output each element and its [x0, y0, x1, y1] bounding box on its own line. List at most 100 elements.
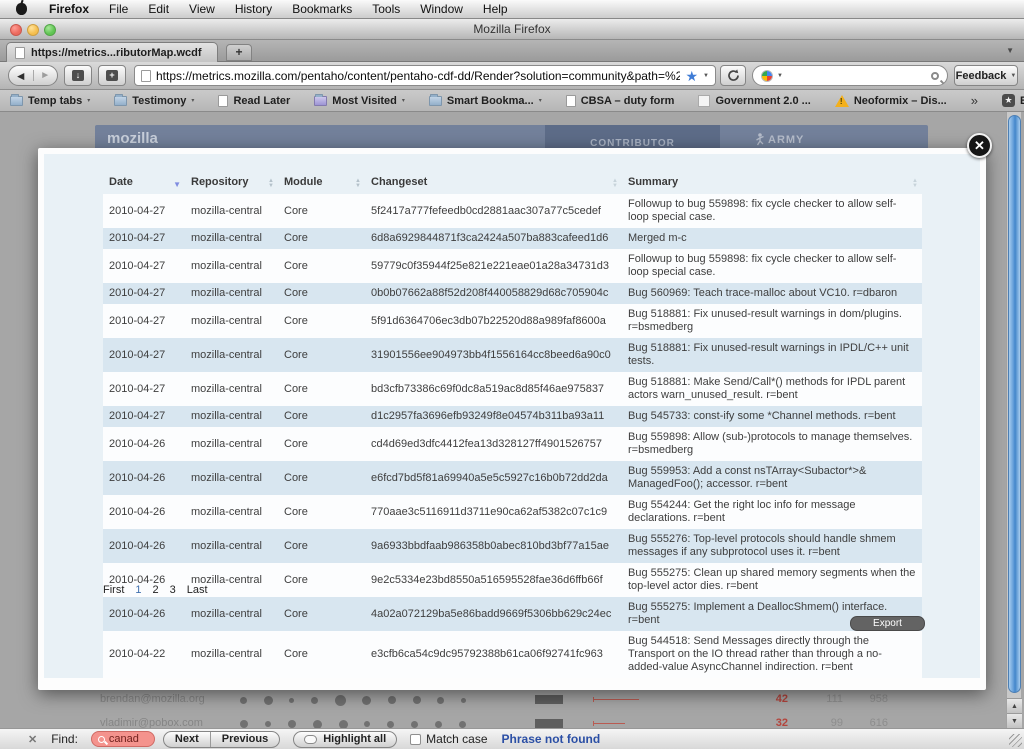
find-query-text[interactable]: canad [109, 733, 139, 745]
repository-cell: mozilla-central [185, 372, 278, 406]
dialog-close-button[interactable]: ✕ [967, 133, 992, 158]
column-header-module[interactable]: Module▲▼ [278, 172, 365, 194]
reload-button[interactable] [720, 65, 746, 86]
export-button[interactable]: Export [850, 616, 925, 631]
menu-item-window[interactable]: Window [410, 2, 473, 16]
scroll-up-icon[interactable]: ▲ [1007, 698, 1022, 713]
menu-item-help[interactable]: Help [473, 2, 518, 16]
column-header-date[interactable]: Date▼ [103, 172, 185, 194]
summary-cell: Followup to bug 559898: fix cycle checke… [622, 194, 922, 228]
page-last[interactable]: Last [187, 584, 208, 596]
bookmark-neoformix-dis[interactable]: Neoformix – Dis... [835, 95, 947, 107]
new-tab-button[interactable]: + [226, 44, 252, 61]
search-icon[interactable] [931, 72, 939, 80]
search-input[interactable] [787, 67, 927, 85]
page-3[interactable]: 3 [170, 584, 176, 596]
bookmark-read-later[interactable]: Read Later [218, 95, 290, 107]
search-bar[interactable]: ▼ [752, 65, 948, 86]
forward-button[interactable]: ► [33, 70, 58, 81]
column-header-repository[interactable]: Repository▲▼ [185, 172, 278, 194]
menu-item-bookmarks[interactable]: Bookmarks [282, 2, 362, 16]
menu-item-firefox[interactable]: Firefox [39, 2, 99, 16]
column-header-changeset[interactable]: Changeset▲▼ [365, 172, 622, 194]
repository-cell: mozilla-central [185, 338, 278, 372]
changeset-cell: e6fcd7bd5f81a69940a5e5c5927c16b0b72dd2da [365, 461, 622, 495]
module-cell: Core [278, 249, 365, 283]
find-close-icon[interactable]: ✕ [28, 733, 37, 746]
date-cell: 2010-04-26 [103, 427, 185, 461]
menu-item-edit[interactable]: Edit [138, 2, 179, 16]
scrollbar[interactable]: ▲ ▼ [1006, 112, 1021, 728]
resize-grip[interactable] [1009, 734, 1022, 747]
downloads-button[interactable]: ↓ [64, 65, 92, 86]
menu-item-tools[interactable]: Tools [362, 2, 410, 16]
page-icon [566, 95, 576, 107]
sort-both-icon[interactable]: ▲▼ [268, 179, 274, 189]
sort-both-icon[interactable]: ▲▼ [355, 179, 361, 189]
bookmark-temp-tabs[interactable]: Temp tabs▾ [10, 95, 90, 107]
match-case-checkbox[interactable] [410, 734, 421, 745]
highlight-all-button[interactable]: Highlight all [293, 731, 397, 748]
back-button[interactable]: ◄ [9, 69, 33, 83]
activity-dot [313, 720, 322, 729]
page-2[interactable]: 2 [153, 584, 159, 596]
summary-cell: Bug 518881: Fix unused-result warnings i… [622, 304, 922, 338]
module-cell: Core [278, 563, 365, 597]
url-text[interactable]: https://metrics.mozilla.com/pentaho/cont… [156, 69, 680, 83]
date-cell: 2010-04-27 [103, 406, 185, 427]
find-input[interactable]: canad [91, 731, 155, 747]
table-row: 2010-04-26mozilla-centralCore770aae3c511… [103, 495, 922, 529]
bookmark-cbsa-duty-form[interactable]: CBSA – duty form [566, 95, 675, 107]
bookmark-government-2-0[interactable]: Government 2.0 ... [698, 95, 810, 107]
bookmarks-menu-button[interactable]: ★ Bookmarks ▾ [1002, 94, 1024, 107]
find-previous-button[interactable]: Previous [210, 732, 279, 747]
feedback-button[interactable]: Feedback ▼ [954, 65, 1018, 86]
url-dropdown-icon[interactable]: ▼ [703, 73, 709, 79]
bookmark-testimony[interactable]: Testimony▾ [114, 95, 194, 107]
repository-cell: mozilla-central [185, 304, 278, 338]
page-1[interactable]: 1 [135, 584, 141, 596]
changeset-cell: bd3cfb73386c69f0dc8a519ac8d85f46ae975837 [365, 372, 622, 406]
mini-bar [535, 695, 563, 704]
date-cell: 2010-04-27 [103, 372, 185, 406]
dot-grid [240, 690, 466, 710]
page-first[interactable]: First [103, 584, 124, 596]
apple-menu-icon[interactable] [16, 3, 27, 15]
find-next-button[interactable]: Next [164, 732, 210, 747]
engine-dropdown-icon[interactable]: ▼ [777, 73, 783, 79]
active-tab[interactable]: https://metrics...ributorMap.wcdf [6, 42, 218, 62]
menu-item-file[interactable]: File [99, 2, 138, 16]
date-cell: 2010-04-27 [103, 249, 185, 283]
red-value: 32 [748, 717, 788, 728]
menu-item-view[interactable]: View [179, 2, 225, 16]
menu-item-history[interactable]: History [225, 2, 282, 16]
scroll-down-icon[interactable]: ▼ [1007, 713, 1022, 728]
google-engine-icon[interactable] [761, 70, 773, 82]
highlight-oval-icon [304, 735, 317, 744]
module-cell: Core [278, 495, 365, 529]
sort-desc-icon[interactable]: ▼ [173, 180, 181, 189]
summary-cell: Bug 518881: Make Send/Call*() methods fo… [622, 372, 922, 406]
repository-cell: mozilla-central [185, 249, 278, 283]
match-case-option[interactable]: Match case [410, 732, 487, 746]
activity-dot [362, 696, 371, 705]
open-in-tab-button[interactable]: + [98, 65, 126, 86]
sort-both-icon[interactable]: ▲▼ [912, 179, 918, 189]
scrollbar-thumb[interactable] [1008, 115, 1021, 693]
bookmark-smart-bookma[interactable]: Smart Bookma...▾ [429, 95, 542, 107]
bookmarks-overflow-button[interactable]: » [971, 93, 978, 108]
changeset-cell: cd4d69ed3dfc4412fea13d328127ff4901526757 [365, 427, 622, 461]
repository-cell: mozilla-central [185, 529, 278, 563]
find-status: Phrase not found [502, 732, 601, 746]
list-all-tabs-icon[interactable]: ▼ [1006, 46, 1014, 55]
column-header-summary[interactable]: Summary▲▼ [622, 172, 922, 194]
sort-both-icon[interactable]: ▲▼ [612, 179, 618, 189]
warning-icon [835, 95, 849, 107]
bookmark-most-visited[interactable]: Most Visited▾ [314, 95, 405, 107]
bookmark-star-icon[interactable]: ★ [685, 69, 698, 83]
dropdown-icon: ▾ [402, 97, 405, 104]
module-cell: Core [278, 228, 365, 249]
url-bar[interactable]: https://metrics.mozilla.com/pentaho/cont… [134, 65, 716, 86]
table-row: 2010-04-26mozilla-centralCore9e2c5334e23… [103, 563, 922, 597]
changeset-cell: 0b0b07662a88f52d208f440058829d68c705904c [365, 283, 622, 304]
